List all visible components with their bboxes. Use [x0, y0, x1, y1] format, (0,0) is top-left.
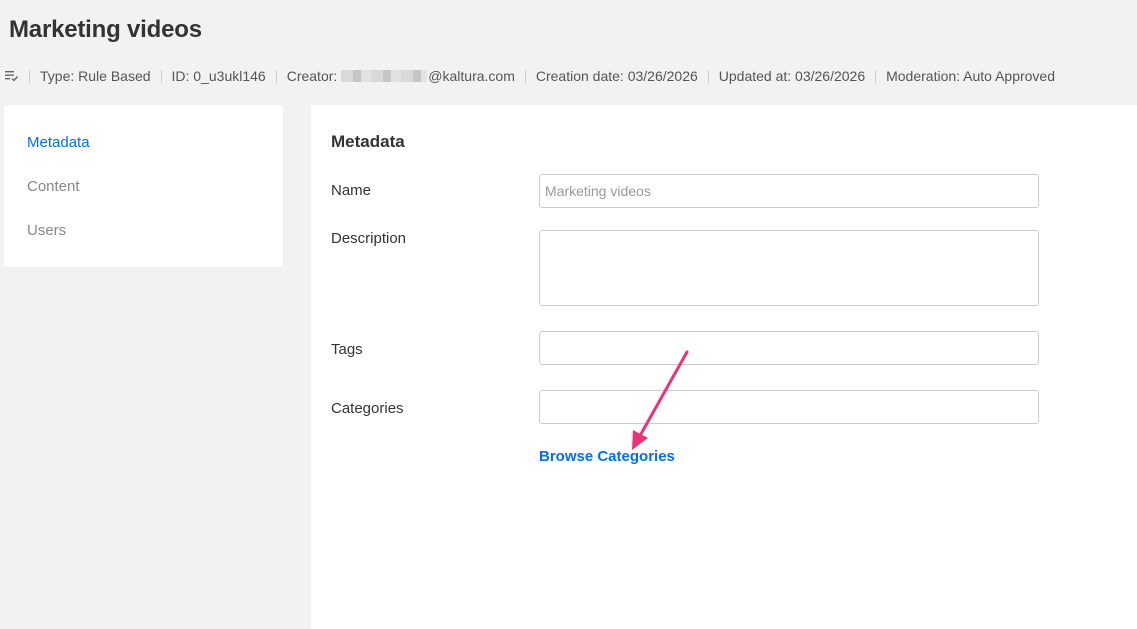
- playlist-rule-icon: [5, 69, 19, 83]
- creator-redacted: [341, 70, 428, 82]
- meta-moderation: Moderation: Auto Approved: [886, 68, 1056, 84]
- section-title: Metadata: [331, 132, 405, 151]
- sidebar-item-users[interactable]: Users: [27, 222, 66, 239]
- meta-divider: [707, 69, 709, 83]
- metadata-panel: Metadata Name Description Tags Categorie…: [311, 105, 1137, 629]
- sidebar-item-content[interactable]: Content: [27, 178, 80, 195]
- sidebar: Metadata Content Users: [4, 105, 283, 267]
- entry-meta-bar: Type: Rule Based ID: 0_u3ukl146 Creator:…: [5, 66, 1055, 86]
- description-label: Description: [331, 230, 407, 247]
- page-title: Marketing videos: [9, 16, 202, 43]
- meta-creator-domain: @kaltura.com: [428, 68, 515, 84]
- categories-label: Categories: [331, 400, 404, 417]
- name-input[interactable]: [539, 174, 1039, 208]
- categories-input[interactable]: [539, 390, 1039, 424]
- meta-divider: [29, 69, 30, 83]
- meta-type: Type: Rule Based: [40, 68, 151, 84]
- meta-creator-label: Creator:: [286, 68, 338, 84]
- meta-divider: [160, 69, 162, 83]
- meta-divider: [875, 69, 877, 83]
- tags-label: Tags: [331, 341, 363, 358]
- tags-input[interactable]: [539, 331, 1039, 365]
- meta-divider: [275, 69, 277, 83]
- meta-divider: [524, 69, 526, 83]
- description-textarea[interactable]: [539, 230, 1039, 306]
- sidebar-item-metadata[interactable]: Metadata: [27, 134, 90, 151]
- meta-creation-date: Creation date: 03/26/2026: [535, 68, 698, 84]
- meta-id: ID: 0_u3ukl146: [171, 68, 266, 84]
- browse-categories-link[interactable]: Browse Categories: [539, 448, 675, 465]
- meta-updated-at: Updated at: 03/26/2026: [718, 68, 866, 84]
- name-label: Name: [331, 182, 372, 199]
